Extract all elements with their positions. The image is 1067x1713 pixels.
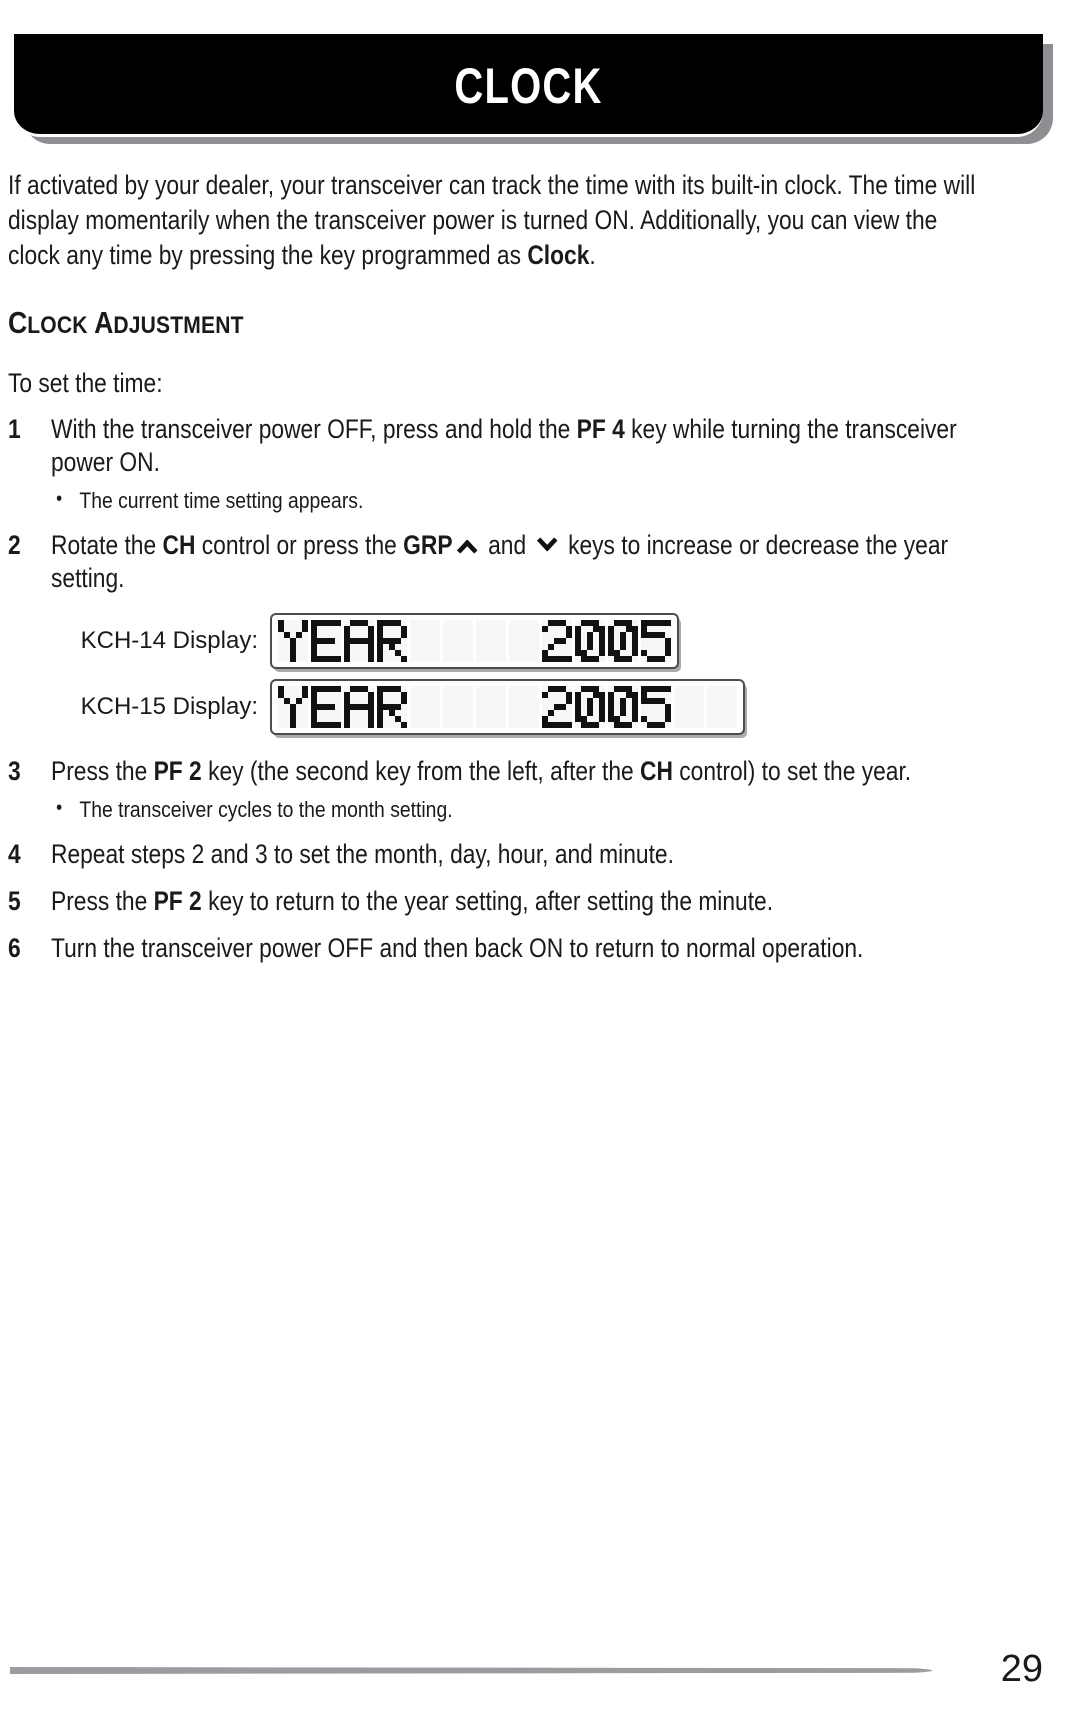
lcd-character-cell (278, 620, 308, 662)
step3-text-c: control) to set the year. (672, 756, 912, 786)
lcd-character-cell (608, 620, 638, 662)
lcd-character-cell (674, 686, 704, 728)
lcd-character-cell (542, 620, 572, 662)
chevron-down-icon (534, 535, 560, 555)
step-number-1: 1 (8, 414, 21, 444)
step-body-2: Rotate the CH control or press the GRP a… (51, 529, 1023, 595)
bullet-item: The current time setting appears. (51, 485, 1023, 515)
lcd-character-cell (443, 620, 473, 662)
lcd-character-cell (311, 620, 341, 662)
step2-text-b: control or press the (195, 530, 404, 560)
step1-text-a: With the transceiver power OFF, press an… (51, 414, 577, 444)
lcd-character-cell (641, 620, 671, 662)
step-item-2: 2 Rotate the CH control or press the GRP… (8, 529, 988, 595)
display-row-kch15: KCH-15 Display: (8, 679, 988, 735)
heading-cap-c: C (8, 305, 28, 340)
display-figures: KCH-14 Display: KCH-15 Display: (8, 613, 988, 735)
step5-text-b: key to return to the year setting, after… (201, 886, 774, 916)
step-number-5: 5 (8, 886, 21, 916)
intro-text-part1: If activated by your dealer, your transc… (8, 170, 976, 270)
lcd-character-cell (509, 686, 539, 728)
footer-rule (10, 1667, 933, 1674)
lcd-display-kch14 (270, 613, 679, 669)
page-title: CLOCK (454, 57, 603, 114)
heading-smallcaps-djustment: DJUSTMENT (113, 312, 244, 339)
step-body-6: Turn the transceiver power OFF and then … (51, 932, 1023, 965)
step1-bullets: The current time setting appears. (51, 485, 1023, 515)
step5-bold-pf2: PF 2 (153, 886, 202, 916)
step-number-4: 4 (8, 839, 21, 869)
step-number-6: 6 (8, 933, 21, 963)
step5-text-a: Press the (51, 886, 154, 916)
step-body-1: With the transceiver power OFF, press an… (51, 413, 1023, 515)
step2-text-c: and (481, 530, 533, 560)
lcd-character-cell (344, 686, 374, 728)
bullet-item: The transceiver cycles to the month sett… (51, 794, 1023, 824)
section-heading: CLOCK ADJUSTMENT (8, 306, 524, 343)
lcd-character-cell (311, 686, 341, 728)
heading-cap-a: A (94, 305, 114, 340)
lcd-character-cell (344, 620, 374, 662)
step3-text-a: Press the (51, 756, 154, 786)
steps-list-top: 1 With the transceiver power OFF, press … (8, 413, 988, 595)
lead-in-text: To set the time: (8, 368, 163, 398)
step-body-4: Repeat steps 2 and 3 to set the month, d… (51, 838, 1023, 871)
page-header-banner: CLOCK (14, 34, 1053, 144)
intro-text-part2: . (589, 240, 596, 270)
lcd-character-cell (575, 620, 605, 662)
step-item-4: 4 Repeat steps 2 and 3 to set the month,… (8, 838, 988, 871)
lcd-character-cell (377, 620, 407, 662)
step6-text-a: Turn the transceiver power OFF and then … (51, 933, 864, 963)
step3-bold-ch: CH (640, 756, 673, 786)
display-label-kch14: KCH-14 Display: (80, 627, 258, 654)
step-body-3: Press the PF 2 key (the second key from … (51, 755, 1023, 824)
step-item-1: 1 With the transceiver power OFF, press … (8, 413, 988, 515)
step1-bold-pf4: PF 4 (576, 414, 625, 444)
lcd-character-cell (377, 686, 407, 728)
lcd-character-cell (476, 686, 506, 728)
lcd-character-cell (509, 620, 539, 662)
heading-smallcaps-lock: LOCK (27, 312, 88, 339)
lcd-character-cell (410, 686, 440, 728)
step3-bold-pf2: PF 2 (153, 756, 202, 786)
lcd-character-cell (410, 620, 440, 662)
lcd-display-kch15 (270, 679, 745, 735)
step3-bullets: The transceiver cycles to the month sett… (51, 794, 1023, 824)
step-number-2: 2 (8, 530, 21, 560)
lcd-character-cell (443, 686, 473, 728)
intro-paragraph: If activated by your dealer, your transc… (8, 168, 984, 273)
lcd-character-cell (608, 686, 638, 728)
step-item-5: 5 Press the PF 2 key to return to the ye… (8, 885, 988, 918)
lcd-character-cell (278, 686, 308, 728)
display-label-kch15: KCH-15 Display: (80, 693, 258, 720)
step-item-6: 6 Turn the transceiver power OFF and the… (8, 932, 988, 965)
step2-text-a: Rotate the (51, 530, 163, 560)
step4-text-a: Repeat steps 2 and 3 to set the month, d… (51, 839, 674, 869)
lcd-character-cell (575, 686, 605, 728)
step-number-3: 3 (8, 756, 21, 786)
lcd-character-cell (476, 620, 506, 662)
step-item-3: 3 Press the PF 2 key (the second key fro… (8, 755, 988, 824)
step3-text-b: key (the second key from the left, after… (201, 756, 641, 786)
lcd-character-cell (542, 686, 572, 728)
page-number: 29 (1000, 1648, 1043, 1690)
lcd-character-cell (707, 686, 737, 728)
page-content: If activated by your dealer, your transc… (8, 168, 988, 965)
steps-list-bottom: 3 Press the PF 2 key (the second key fro… (8, 755, 988, 965)
step2-bold-grp: GRP (403, 530, 453, 560)
chevron-up-icon (454, 535, 480, 555)
lcd-character-cell (641, 686, 671, 728)
intro-bold-clock: Clock (527, 240, 590, 270)
step2-bold-ch: CH (162, 530, 196, 560)
display-row-kch14: KCH-14 Display: (8, 613, 988, 669)
step-body-5: Press the PF 2 key to return to the year… (51, 885, 1023, 918)
